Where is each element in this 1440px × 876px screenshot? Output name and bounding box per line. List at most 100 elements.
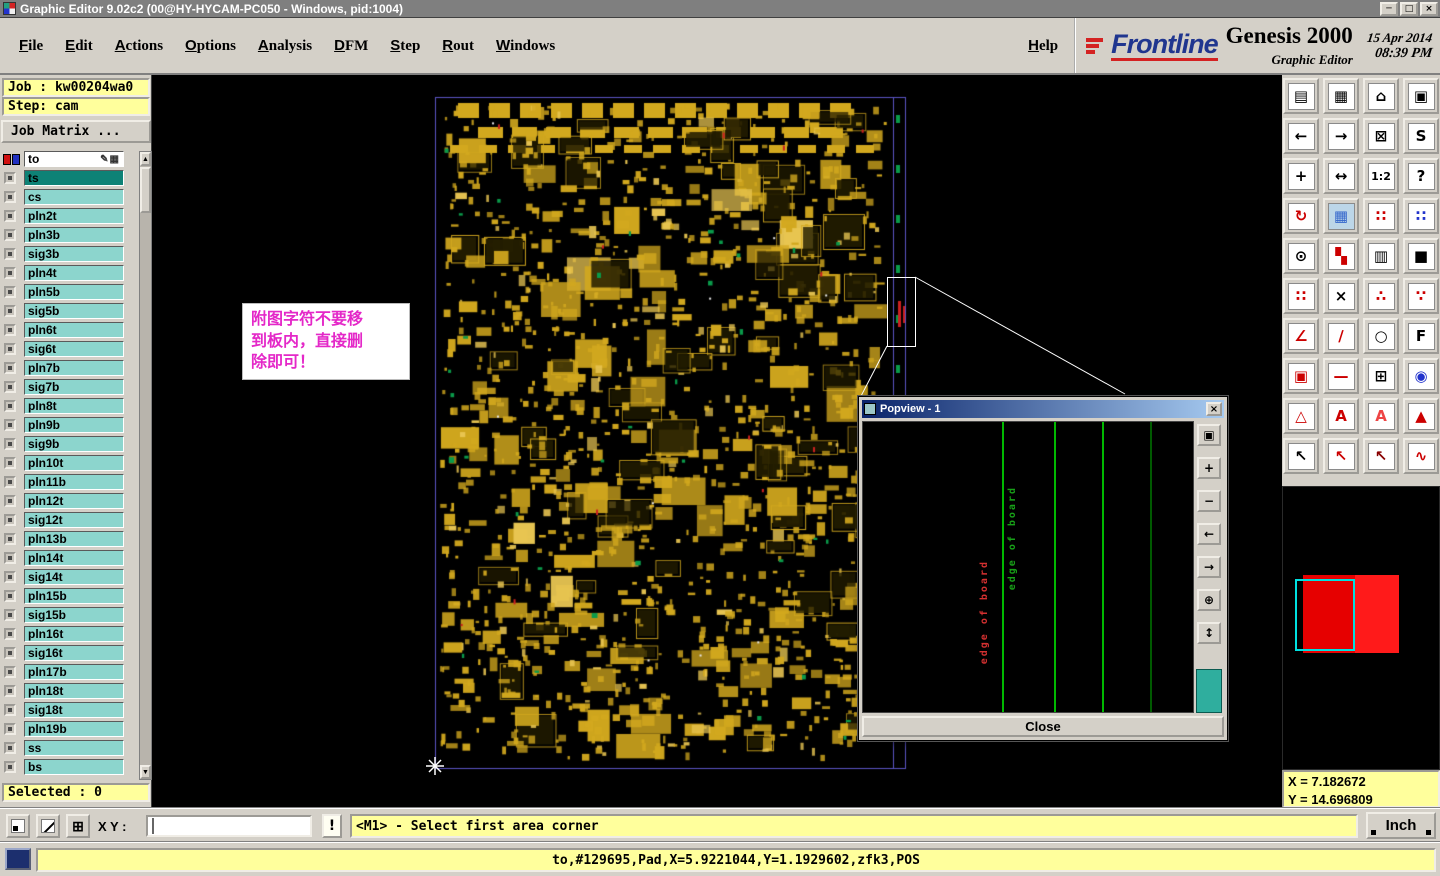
layer-label-sig7b[interactable]: sig7b (24, 379, 124, 395)
layer-row-pln14t[interactable]: pln14t (2, 550, 137, 566)
layer-label-pln13b[interactable]: pln13b (24, 531, 124, 547)
layer-row-sig6t[interactable]: sig6t (2, 341, 137, 357)
zoom-center-button[interactable]: + (1283, 158, 1319, 194)
layer-visibility-checkbox[interactable] (4, 286, 16, 298)
layer-label-pln9b[interactable]: pln9b (24, 417, 124, 433)
layer-visibility-checkbox[interactable] (4, 362, 16, 374)
layer-visibility-checkbox[interactable] (4, 476, 16, 488)
layer-row-pln5b[interactable]: pln5b (2, 284, 137, 300)
units-button[interactable]: Inch (1366, 812, 1436, 839)
menu-item-edit[interactable]: Edit (65, 37, 93, 55)
layer-label-pln14t[interactable]: pln14t (24, 550, 124, 566)
rotate-selection-button[interactable]: ↻ (1283, 198, 1319, 234)
serpentine-button[interactable]: S (1403, 118, 1439, 154)
text-a-button[interactable]: A (1323, 398, 1359, 434)
layer-label-pln7b[interactable]: pln7b (24, 360, 124, 376)
layer-label-pln4t[interactable]: pln4t (24, 265, 124, 281)
layer-label-sig9b[interactable]: sig9b (24, 436, 124, 452)
layer-label-pln15b[interactable]: pln15b (24, 588, 124, 604)
layer-row-pln4t[interactable]: pln4t (2, 265, 137, 281)
layer-label-pln19b[interactable]: pln19b (24, 721, 124, 737)
layer-visibility-checkbox[interactable] (4, 210, 16, 222)
layer-row-sig7b[interactable]: sig7b (2, 379, 137, 395)
layer-row-ts[interactable]: ts (2, 170, 137, 186)
zoom-out-button[interactable]: − (1197, 490, 1221, 512)
text-a-outline-button[interactable]: A (1363, 398, 1399, 434)
layer-row-pln12t[interactable]: pln12t (2, 493, 137, 509)
layer-row-pln11b[interactable]: pln11b (2, 474, 137, 490)
layer-visibility-checkbox[interactable] (4, 742, 16, 754)
layer-label-sig3b[interactable]: sig3b (24, 246, 124, 262)
overview-navigator[interactable] (1282, 486, 1440, 770)
layer-visibility-checkbox[interactable] (4, 400, 16, 412)
popview-close-button[interactable]: Close (862, 716, 1224, 737)
minimize-button[interactable]: ─ (1380, 1, 1398, 16)
split-view-button[interactable]: ▣ (1403, 78, 1439, 114)
popview-viewport[interactable]: edge of board edge of board (862, 421, 1194, 713)
status-layer-button[interactable] (5, 848, 31, 870)
layer-visibility-checkbox[interactable] (4, 324, 16, 336)
layer-label-ts[interactable]: ts (24, 170, 124, 186)
menu-item-help[interactable]: Help (1028, 37, 1058, 55)
layer-row-pln19b[interactable]: pln19b (2, 721, 137, 737)
popview-close-icon[interactable]: × (1206, 402, 1222, 416)
layer-label-pln5b[interactable]: pln5b (24, 284, 124, 300)
xy-coordinate-input[interactable] (146, 815, 312, 837)
fit-view-button[interactable]: ▣ (1197, 424, 1221, 446)
layer-row-bs[interactable]: bs (2, 759, 137, 775)
layer-visibility-checkbox[interactable] (4, 191, 16, 203)
draw-circle-button[interactable]: ○ (1363, 318, 1399, 354)
layer-label-sig15b[interactable]: sig15b (24, 607, 124, 623)
layer-row-pln6t[interactable]: pln6t (2, 322, 137, 338)
angle-measure-button[interactable]: ∠ (1283, 318, 1319, 354)
layer-label-cs[interactable]: cs (24, 189, 124, 205)
clear-view-button[interactable]: ⌂ (1363, 78, 1399, 114)
menu-item-rout[interactable]: Rout (442, 37, 474, 55)
layer-label-ss[interactable]: ss (24, 740, 124, 756)
zoom-in-button[interactable]: + (1197, 457, 1221, 479)
erase-segment-button[interactable]: — (1323, 358, 1359, 394)
context-help-button[interactable]: ? (1403, 158, 1439, 194)
close-button[interactable]: × (1420, 1, 1438, 16)
layer-row-pln16t[interactable]: pln16t (2, 626, 137, 642)
layer-label-pln11b[interactable]: pln11b (24, 474, 124, 490)
layer-label-pln2t[interactable]: pln2t (24, 208, 124, 224)
layer-row-to[interactable]: to ✎▦ (2, 151, 137, 167)
job-matrix-button[interactable]: Job Matrix ... (1, 120, 151, 143)
layer-row-pln8t[interactable]: pln8t (2, 398, 137, 414)
layer-visibility-checkbox[interactable] (4, 590, 16, 602)
scroll-up-button[interactable]: ▲ (140, 152, 151, 166)
layer-visibility-checkbox[interactable] (4, 457, 16, 469)
layer-row-sig3b[interactable]: sig3b (2, 246, 137, 262)
layer-label-sig16t[interactable]: sig16t (24, 645, 124, 661)
negative-layer-button[interactable]: ▚ (1323, 238, 1359, 274)
scroll-down-button[interactable]: ▼ (140, 765, 151, 779)
grid-toggle-button[interactable]: ⊞ (66, 814, 90, 838)
layer-row-cs[interactable]: cs (2, 189, 137, 205)
select-pointer-n-button[interactable]: ↖ (1323, 438, 1359, 474)
layer-visibility-checkbox[interactable] (4, 438, 16, 450)
layer-label-sig14t[interactable]: sig14t (24, 569, 124, 585)
layer-visibility-checkbox[interactable] (4, 305, 16, 317)
layer-row-pln17b[interactable]: pln17b (2, 664, 137, 680)
screen-refresh-button[interactable]: ▦ (1323, 78, 1359, 114)
overlay-view-button[interactable]: ⊠ (1363, 118, 1399, 154)
triangle-filled-button[interactable]: ▲ (1403, 398, 1439, 434)
pad-pattern-button[interactable]: ∷ (1363, 198, 1399, 234)
layer-label-pln16t[interactable]: pln16t (24, 626, 124, 642)
layer-visibility-checkbox[interactable] (4, 685, 16, 697)
menu-item-actions[interactable]: Actions (115, 37, 163, 55)
layer-visibility-checkbox[interactable] (4, 704, 16, 716)
pan-vertical-button[interactable]: ↕ (1197, 622, 1221, 644)
layer-scrollbar[interactable]: ▲ ▼ (139, 151, 152, 780)
main-canvas-area[interactable]: 附图字符不要移 到板内，直接删 除即可！ Popview - 1 × edge … (152, 75, 1282, 808)
layer-visibility-checkbox[interactable] (4, 381, 16, 393)
shape-tools-button[interactable]: ◉ (1403, 358, 1439, 394)
menu-item-step[interactable]: Step (390, 37, 420, 55)
layer-visibility-checkbox[interactable] (4, 267, 16, 279)
center-view-button[interactable]: ⊕ (1197, 589, 1221, 611)
layer-visibility-checkbox[interactable] (4, 533, 16, 545)
layer-label-pln6t[interactable]: pln6t (24, 322, 124, 338)
zoom-ratio-button[interactable]: 1:2 (1363, 158, 1399, 194)
layer-label-pln3b[interactable]: pln3b (24, 227, 124, 243)
